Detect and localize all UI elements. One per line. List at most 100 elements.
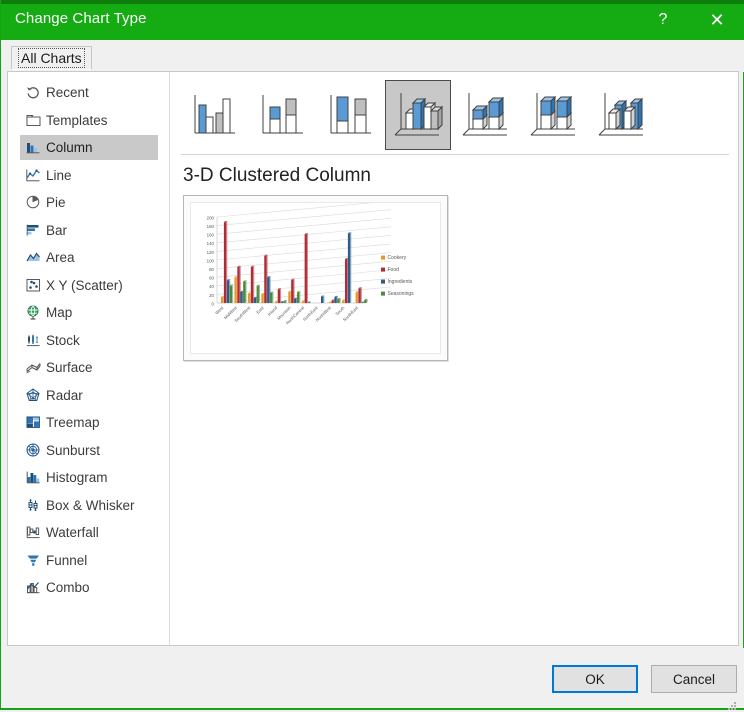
tab-all-charts[interactable]: All Charts (11, 46, 92, 70)
recent-icon (20, 83, 46, 103)
sidebar-item-label: Templates (46, 113, 108, 128)
combo-icon (20, 578, 46, 598)
sidebar-item-combo[interactable]: Combo (20, 575, 158, 600)
svg-text:80: 80 (209, 267, 214, 272)
svg-text:NorthWest: NorthWest (315, 305, 333, 323)
svg-text:60: 60 (209, 276, 214, 281)
sidebar-item-label: Combo (46, 580, 90, 595)
svg-text:South: South (334, 305, 346, 317)
close-icon: ✕ (695, 0, 739, 40)
sidebar-item-label: Column (46, 140, 93, 155)
dialog-title: Change Chart Type (15, 10, 147, 27)
chart-category-list[interactable]: Recent Templates Column Line Pie Bar Area X Y (… (8, 72, 170, 645)
sidebar-item-label: Sunburst (46, 443, 100, 458)
help-icon: ? (641, 0, 685, 40)
chart-subtype-gallery[interactable] (181, 80, 729, 152)
box-whisker-icon (20, 495, 46, 515)
sidebar-item-label: Area (46, 250, 75, 265)
sidebar-item-label: Recent (46, 85, 89, 100)
sidebar-item-label: Funnel (46, 553, 87, 568)
ok-button[interactable]: OK (552, 665, 638, 693)
sidebar-item-label: Surface (46, 360, 93, 375)
sidebar-item-label: Stock (46, 333, 80, 348)
svg-text:140: 140 (207, 241, 215, 246)
svg-text:120: 120 (207, 250, 215, 255)
tab-all-charts-label: All Charts (20, 50, 83, 66)
title-bar-top-strip (1, 0, 744, 4)
svg-text:100: 100 (207, 258, 215, 263)
sidebar-item-histogram[interactable]: Histogram (20, 465, 158, 490)
histogram-icon (20, 468, 46, 488)
sidebar-item-label: Radar (46, 388, 83, 403)
sidebar-item-label: Line (46, 168, 72, 183)
svg-text:Inland: Inland (267, 305, 279, 317)
sidebar-item-line[interactable]: Line (20, 163, 158, 188)
sidebar-item-templates[interactable]: Templates (20, 108, 158, 133)
bar-icon (20, 220, 46, 240)
radar-icon (20, 385, 46, 405)
column-icon (20, 138, 46, 158)
chart-subtype-100-stacked-column[interactable] (317, 80, 383, 150)
sidebar-item-box-whisker[interactable]: Box & Whisker (20, 493, 158, 518)
svg-text:0: 0 (212, 301, 215, 306)
svg-text:West: West (214, 305, 225, 316)
svg-text:160: 160 (207, 233, 215, 238)
sidebar-item-treemap[interactable]: Treemap (20, 410, 158, 435)
sidebar-item-recent[interactable]: Recent (20, 80, 158, 105)
sidebar-item-label: Map (46, 305, 72, 320)
cancel-button[interactable]: Cancel (651, 665, 737, 693)
surface-icon (20, 358, 46, 378)
sidebar-item-surface[interactable]: Surface (20, 355, 158, 380)
sidebar-item-bar[interactable]: Bar (20, 218, 158, 243)
title-bar: Change Chart Type ? ✕ (1, 0, 744, 40)
sidebar-item-label: X Y (Scatter) (46, 278, 123, 293)
chart-subtype-3-d-clustered-column[interactable] (385, 80, 451, 150)
treemap-icon (20, 413, 46, 433)
sidebar-item-label: Waterfall (46, 525, 99, 540)
chart-subtype-stacked-column[interactable] (249, 80, 315, 150)
svg-text:200: 200 (207, 215, 215, 220)
svg-text:East: East (255, 305, 265, 315)
content-panel: Recent Templates Column Line Pie Bar Area X Y (… (7, 71, 739, 646)
svg-text:Ingredients: Ingredients (388, 279, 413, 285)
change-chart-type-dialog: Change Chart Type ? ✕ All Charts Recent T… (0, 0, 744, 710)
chart-preview-frame[interactable]: 020406080100120140160180200WestMidWestSo… (183, 195, 448, 361)
sidebar-item-x-y-scatter[interactable]: X Y (Scatter) (20, 273, 158, 298)
svg-text:20: 20 (209, 293, 214, 298)
sidebar-item-waterfall[interactable]: Waterfall (20, 520, 158, 545)
sidebar-item-pie[interactable]: Pie (20, 190, 158, 215)
sidebar-item-area[interactable]: Area (20, 245, 158, 270)
sunburst-icon (20, 440, 46, 460)
line-icon (20, 165, 46, 185)
svg-text:Cookery: Cookery (388, 255, 407, 261)
svg-text:SouthEast: SouthEast (342, 305, 360, 323)
sidebar-item-column[interactable]: Column (20, 135, 158, 160)
chart-subtype-pane: 3-D Clustered Column 0 20 40 60 80 100 120 140 1… (171, 72, 739, 645)
help-button[interactable]: ? (641, 0, 685, 40)
resize-grip[interactable] (728, 702, 738, 712)
close-button[interactable]: ✕ (695, 0, 739, 40)
svg-text:40: 40 (209, 284, 214, 289)
pie-icon (20, 193, 46, 213)
chart-subtype-3-d-column[interactable] (589, 80, 655, 150)
area-icon (20, 248, 46, 268)
chart-subtype-3-d-stacked-column[interactable] (453, 80, 519, 150)
sidebar-item-map[interactable]: Map (20, 300, 158, 325)
preview-title: 3-D Clustered Column (183, 165, 371, 187)
sidebar-item-radar[interactable]: Radar (20, 383, 158, 408)
stock-icon (20, 330, 46, 350)
sidebar-item-sunburst[interactable]: Sunburst (20, 438, 158, 463)
chart-subtype-clustered-column[interactable] (181, 80, 247, 150)
map-icon (20, 303, 46, 323)
waterfall-icon (20, 523, 46, 543)
svg-text:180: 180 (207, 224, 215, 229)
templates-icon (20, 110, 46, 130)
tab-strip: All Charts (1, 40, 744, 72)
sidebar-item-label: Box & Whisker (46, 498, 135, 513)
dialog-footer: OK Cancel (1, 648, 744, 708)
sidebar-item-label: Pie (46, 195, 66, 210)
sidebar-item-stock[interactable]: Stock (20, 328, 158, 353)
sidebar-item-funnel[interactable]: Funnel (20, 548, 158, 573)
chart-preview: 020406080100120140160180200WestMidWestSo… (190, 202, 441, 354)
chart-subtype-3-d-100-stacked-column[interactable] (521, 80, 587, 150)
